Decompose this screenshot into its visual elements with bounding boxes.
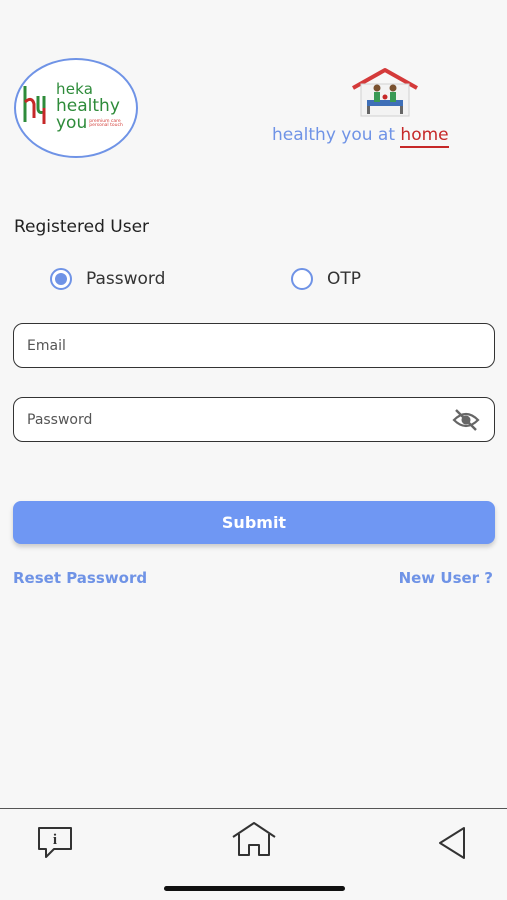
- password-option-label[interactable]: Password: [86, 269, 165, 289]
- info-chat-icon[interactable]: i: [36, 825, 74, 861]
- password-field[interactable]: [13, 397, 495, 442]
- logo-you-text: you: [56, 113, 88, 133]
- logo-tag-line2: personal touch: [89, 123, 123, 129]
- reset-password-link[interactable]: Reset Password: [13, 569, 147, 587]
- logo-heka-text: heka: [56, 80, 94, 98]
- home-icon[interactable]: [231, 821, 277, 857]
- submit-button[interactable]: Submit: [13, 501, 495, 544]
- back-icon[interactable]: [437, 826, 467, 860]
- tagline-healthy-you: healthy you: [272, 125, 378, 145]
- otp-option-label[interactable]: OTP: [327, 269, 361, 289]
- radio-unselected-icon[interactable]: [291, 268, 313, 290]
- home-care-house-icon: [352, 68, 418, 117]
- new-user-link[interactable]: New User ?: [399, 569, 493, 587]
- tagline-at: at: [377, 125, 401, 145]
- svg-text:i: i: [53, 832, 57, 848]
- password-login-option[interactable]: Password: [50, 268, 165, 290]
- tagline-home: home: [400, 125, 449, 148]
- tagline: healthy you at home: [272, 125, 449, 148]
- registered-user-title: Registered User: [14, 217, 150, 237]
- radio-selected-icon[interactable]: [50, 268, 72, 290]
- hy-monogram-icon: [23, 86, 46, 124]
- eye-off-icon[interactable]: [452, 408, 480, 432]
- email-input[interactable]: [27, 337, 427, 354]
- email-field[interactable]: [13, 323, 495, 368]
- otp-login-option[interactable]: OTP: [291, 268, 361, 290]
- password-input[interactable]: [27, 411, 427, 428]
- home-indicator[interactable]: [164, 886, 345, 891]
- heka-healthy-you-logo: heka healthy you premium care personal t…: [14, 58, 138, 158]
